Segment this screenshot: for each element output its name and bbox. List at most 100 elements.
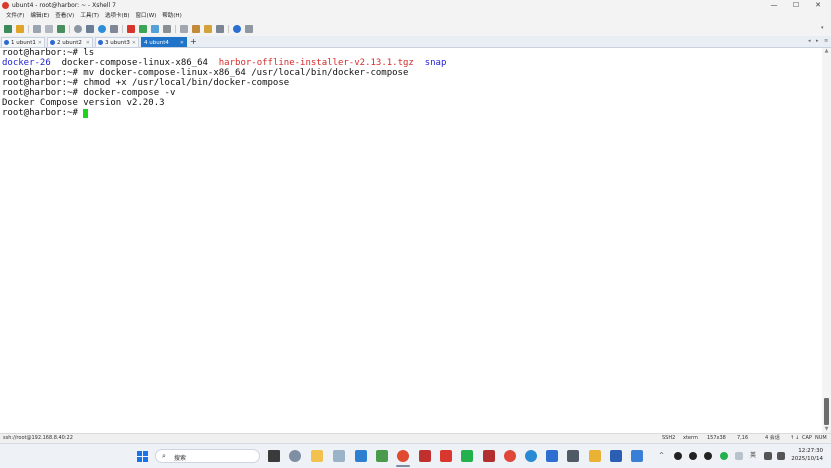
scroll-up-icon[interactable]: ▲ [822,48,831,55]
terminal-text-segment: harbor-offline-installer-v2.13.1.tgz [218,58,414,68]
new-session-icon[interactable] [4,25,12,33]
snipping-tool-icon[interactable] [333,450,345,462]
chrome-icon[interactable] [504,450,516,462]
layout-icon[interactable] [216,25,224,33]
menu-tabs[interactable]: 选项卡(B) [102,11,133,22]
clock-date: 2025/10/14 [791,456,823,462]
tab-close-icon[interactable]: ✕ [132,38,136,48]
copy-icon[interactable] [45,25,53,33]
transfer-icon[interactable] [139,25,147,33]
tray-expand-icon[interactable]: ^ [659,449,664,463]
open-folder-icon[interactable] [16,25,24,33]
tab-ubunt2[interactable]: 2 ubunt2 ✕ [47,37,93,47]
close-button[interactable]: ✕ [807,0,829,11]
lock-icon[interactable] [163,25,171,33]
settings-gear-icon[interactable] [289,450,301,462]
menu-edit[interactable]: 编辑(E) [27,11,52,22]
terminal-line: root@harbor:~# ls [0,48,822,58]
qq-tray-icon[interactable] [674,452,682,460]
menu-view[interactable]: 查看(V) [52,11,77,22]
network-icon[interactable] [764,452,772,460]
edge-icon[interactable] [525,450,537,462]
script-icon[interactable] [192,25,200,33]
input-language-indicator[interactable]: 英 [750,449,756,463]
compose-icon[interactable] [204,25,212,33]
toolbar-overflow-icon[interactable]: ▾ [821,25,827,33]
qq-tray-icon[interactable] [704,452,712,460]
menu-tools[interactable]: 工具(T) [77,11,102,22]
menu-window[interactable]: 窗口(W) [133,11,160,22]
toolbar-divider [175,25,176,33]
maximize-button[interactable]: ☐ [785,0,807,11]
app-tray-icon[interactable] [735,452,743,460]
find-icon[interactable] [74,25,82,33]
menu-help[interactable]: 帮助(H) [159,11,184,22]
taskbar-search-box[interactable]: ⌕ 搜索 [155,449,260,463]
browser-tabs-icon[interactable] [483,450,495,462]
terminal-line: root@harbor:~# [0,108,822,118]
toolbar: ▾ [0,22,831,36]
start-windows-icon[interactable] [137,451,148,462]
terminal-line: root@harbor:~# mv docker-compose-linux-x… [0,68,822,78]
toolbar-divider [28,25,29,33]
properties-icon[interactable] [86,25,94,33]
help-icon[interactable] [233,25,241,33]
task-view-icon[interactable] [268,450,280,462]
search-placeholder: 搜索 [174,455,187,462]
globe-icon[interactable] [98,25,106,33]
cube-app-icon[interactable] [567,450,579,462]
edit-app-icon[interactable] [376,450,388,462]
feishu-icon[interactable] [546,450,558,462]
keyboard-icon[interactable] [180,25,188,33]
scroll-down-icon[interactable]: ▼ [822,426,831,433]
file-explorer-icon[interactable] [311,450,323,462]
tab-list-icon[interactable]: ≡ [824,36,828,47]
tab-close-icon[interactable]: ✕ [180,38,184,48]
xshell-taskbar-icon[interactable] [397,450,409,462]
vmware-icon[interactable] [589,450,601,462]
qq-tray-icon[interactable] [689,452,697,460]
windows-taskbar: ⌕ 搜索 ^ 英 12:27:30 2025/10/14 [0,443,831,468]
terminal-text-segment: snap [424,58,447,68]
terminal-area[interactable]: root@harbor:~# ls docker-26 docker-compos… [0,48,822,433]
tab-ubunt3[interactable]: 3 ubunt3 ✕ [95,37,139,47]
terminal-line: Docker Compose version v2.20.3 [0,98,822,108]
word-icon[interactable] [610,450,622,462]
protocol-label: SSH2 [662,435,676,441]
connection-address: ssh://root@192.168.8.40:22 [3,435,73,441]
terminal-line: root@harbor:~# docker-compose -v [0,88,822,98]
font-icon[interactable] [110,25,118,33]
system-clock[interactable]: 12:27:30 2025/10/14 [781,447,823,463]
paste-icon[interactable] [57,25,65,33]
tab-scroll-left-icon[interactable]: ◂ [808,36,811,47]
terminal-scrollbar[interactable]: ▲ ▼ [822,48,831,433]
terminal-line: root@harbor:~# chmod +x /usr/local/bin/d… [0,78,822,88]
tab-close-icon[interactable]: ✕ [38,38,42,48]
disconnect-icon[interactable] [33,25,41,33]
xftp-taskbar-icon[interactable] [419,450,431,462]
tab-close-icon[interactable]: ✕ [86,38,90,48]
vscode-icon[interactable] [355,450,367,462]
fullscreen-icon[interactable] [151,25,159,33]
tab-scroll-right-icon[interactable]: ▸ [816,36,819,47]
new-tab-button[interactable]: + [190,36,197,47]
search-icon: ⌕ [162,452,166,460]
chat-icon[interactable] [245,25,253,33]
wechat-tray-icon[interactable] [720,452,728,460]
tab-label: 3 ubunt3 [105,40,130,46]
menu-file[interactable]: 文件(F) [3,11,27,22]
tab-ubunt4[interactable]: 4 ubunt4 ✕ [141,37,187,47]
terminal-size-label: 157x38 [707,435,726,441]
terminal-text-segment: root@harbor:~# ls [2,48,95,58]
terminal-text-segment: docker-compose-linux-x86_64 [50,58,219,68]
wechat-icon[interactable] [461,450,473,462]
xftp-icon[interactable] [127,25,135,33]
v2ray-icon[interactable] [631,450,643,462]
scrollbar-thumb[interactable] [824,398,829,425]
session-count-label: 4 会话 [765,435,780,441]
notes-app-icon[interactable] [440,450,452,462]
toolbar-divider [228,25,229,33]
minimize-button[interactable]: — [763,0,785,11]
tab-ubunt1[interactable]: 1 ubunt1 ✕ [1,37,45,47]
